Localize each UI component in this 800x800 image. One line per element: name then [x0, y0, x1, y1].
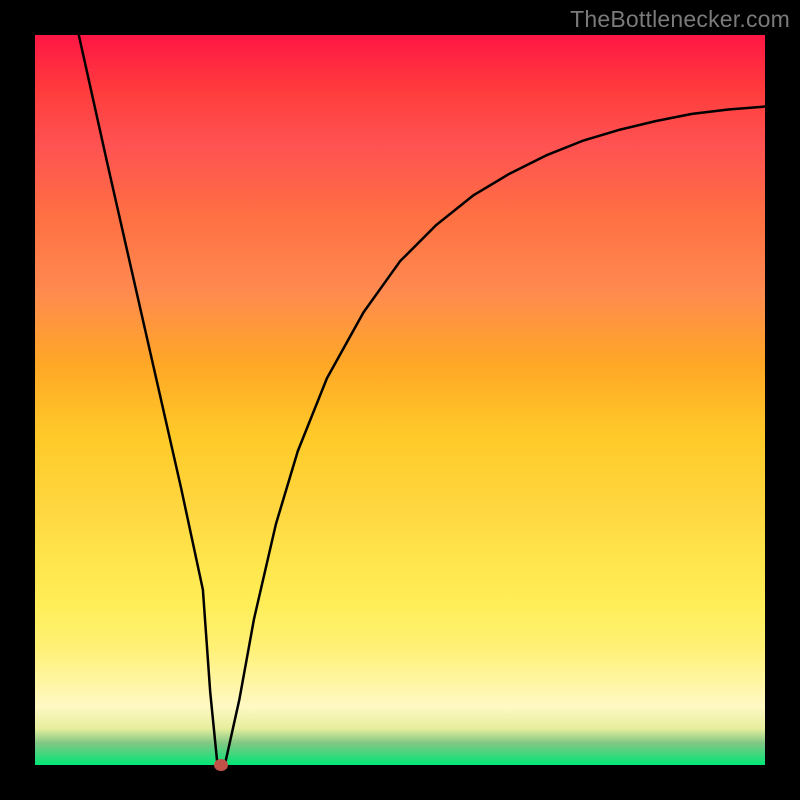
plot-gradient-background	[35, 35, 765, 765]
watermark-text: TheBottlenecker.com	[570, 6, 790, 33]
optimal-point-marker	[214, 759, 228, 771]
chart-container: TheBottlenecker.com	[0, 0, 800, 800]
